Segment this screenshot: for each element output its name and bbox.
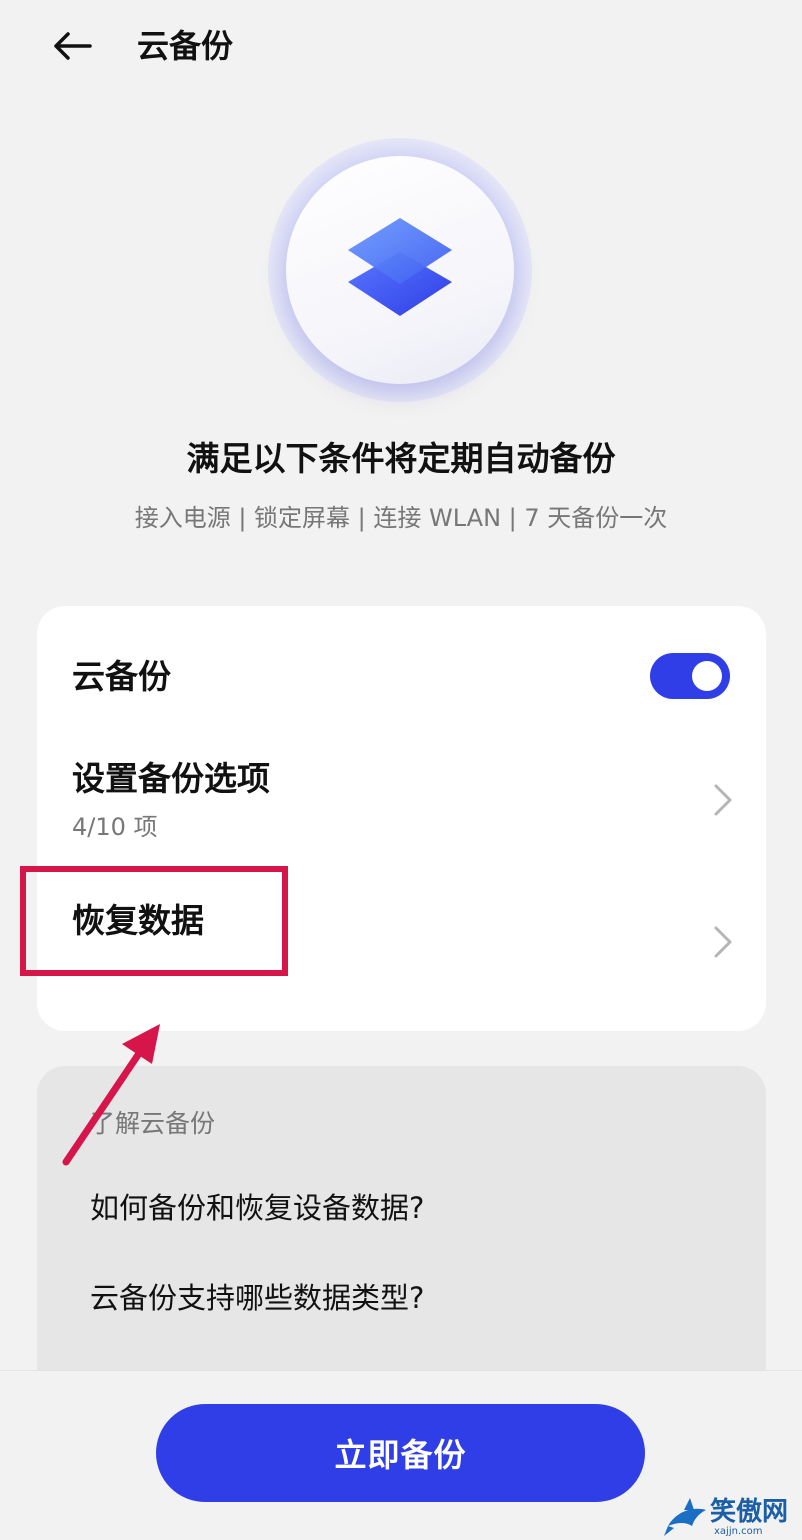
chevron-right-icon xyxy=(714,784,732,816)
watermark-url: xajjn.com xyxy=(714,1526,763,1537)
auto-backup-conditions: 接入电源 | 锁定屏幕 | 连接 WLAN | 7 天备份一次 xyxy=(134,504,668,532)
watermark-text: 笑傲网 xyxy=(710,1497,789,1527)
annotation-arrow-icon xyxy=(62,1024,160,1166)
page-title: 云备份 xyxy=(137,27,234,65)
layers-icon xyxy=(348,218,452,316)
backup-now-button[interactable]: 立即备份 xyxy=(156,1404,645,1502)
hero-illustration xyxy=(268,138,532,402)
cloud-backup-label: 云备份 xyxy=(72,657,171,696)
cloud-backup-toggle[interactable] xyxy=(650,653,730,699)
backup-options-summary: 4/10 项 xyxy=(72,813,158,841)
toggle-knob xyxy=(692,661,722,691)
back-button[interactable] xyxy=(44,22,100,70)
shark-logo-icon xyxy=(664,1498,706,1536)
backup-options-row[interactable]: 设置备份选项 4/10 项 xyxy=(37,736,766,846)
restore-data-label: 恢复数据 xyxy=(72,901,204,940)
backup-settings-card: 云备份 设置备份选项 4/10 项 恢复数据 xyxy=(37,606,766,1031)
arrow-left-icon xyxy=(54,32,92,60)
restore-data-row[interactable]: 恢复数据 xyxy=(37,876,766,986)
faq-item-data-types[interactable]: 云备份支持哪些数据类型? xyxy=(90,1278,424,1318)
top-app-bar: 云备份 xyxy=(0,0,802,92)
chevron-right-icon xyxy=(714,926,732,958)
auto-backup-heading: 满足以下条件将定期自动备份 xyxy=(186,439,616,478)
faq-item-backup-restore[interactable]: 如何备份和恢复设备数据? xyxy=(90,1188,424,1228)
backup-options-label: 设置备份选项 xyxy=(72,759,270,798)
watermark-logo: 笑傲网 xajjn.com xyxy=(664,1496,802,1539)
